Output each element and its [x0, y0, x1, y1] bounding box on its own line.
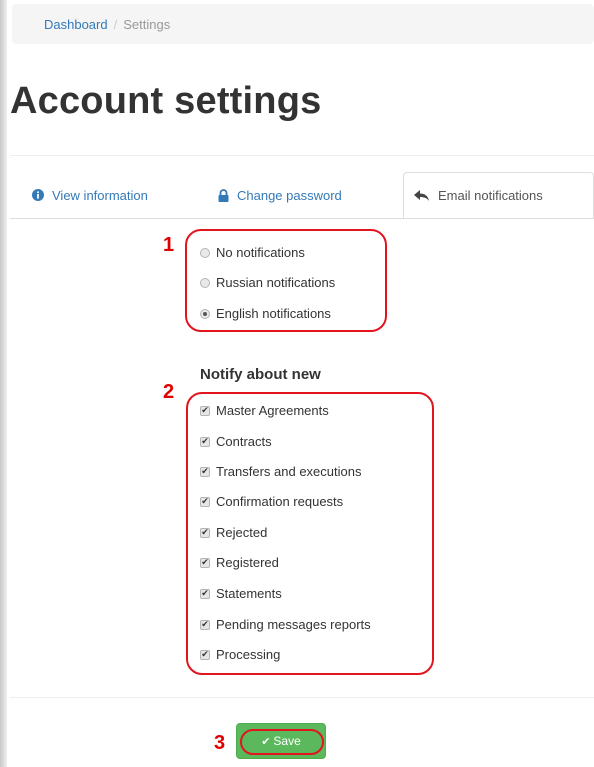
window-left-edge [0, 0, 7, 767]
radio-button[interactable] [200, 277, 210, 288]
radio-button[interactable] [200, 247, 210, 258]
tab-view-information[interactable]: View information [22, 172, 158, 218]
form-divider [10, 697, 594, 698]
tab-email-notifications[interactable]: Email notifications [403, 172, 594, 219]
checkbox-label: Confirmation requests [216, 494, 344, 509]
lock-icon [218, 188, 229, 202]
check-icon[interactable]: ✔ [200, 466, 210, 477]
breadcrumb: Dashboard / Settings [12, 4, 594, 44]
tab-email-notifications-label: Email notifications [438, 188, 543, 203]
check-icon[interactable]: ✔ [200, 527, 210, 538]
checkbox-confirmation-requests[interactable]: ✔ Confirmation requests [200, 494, 343, 509]
title-divider [10, 155, 594, 156]
checkbox-rejected[interactable]: ✔ Rejected [200, 525, 267, 540]
check-icon[interactable]: ✔ [200, 649, 210, 660]
checkbox-label: Transfers and executions [216, 464, 362, 479]
radio-english-notifications[interactable]: English notifications [200, 306, 331, 321]
annotation-marker-2: 2 [163, 381, 175, 403]
tabs-baseline [10, 218, 594, 219]
checkbox-label: Master Agreements [216, 403, 329, 418]
checkbox-label: Rejected [216, 525, 268, 540]
checkbox-label: Registered [216, 555, 279, 570]
radio-label: No notifications [216, 245, 305, 260]
checkbox-label: Pending messages reports [216, 617, 371, 632]
page-frame: Dashboard / Settings Account settings Vi… [0, 0, 594, 767]
radio-label: Russian notifications [216, 275, 336, 290]
breadcrumb-current: Settings [123, 16, 171, 32]
info-circle-icon [32, 189, 44, 201]
annotation-marker-3: 3 [214, 732, 226, 754]
check-icon[interactable]: ✔ [200, 436, 210, 447]
checkbox-registered[interactable]: ✔ Registered [200, 555, 279, 570]
page-title: Account settings [10, 80, 322, 122]
breadcrumb-separator: / [113, 16, 118, 32]
tab-change-password[interactable]: Change password [208, 172, 352, 218]
tab-change-password-label: Change password [237, 187, 342, 203]
check-icon[interactable]: ✔ [200, 588, 210, 599]
checkbox-label: Statements [216, 586, 282, 601]
check-icon[interactable]: ✔ [200, 405, 210, 416]
radio-russian-notifications[interactable]: Russian notifications [200, 275, 335, 290]
tab-view-information-label: View information [52, 187, 148, 203]
checkbox-contracts[interactable]: ✔ Contracts [200, 434, 272, 449]
annotation-marker-1: 1 [163, 234, 175, 256]
notify-heading: Notify about new [200, 366, 321, 383]
checkbox-pending-messages-reports[interactable]: ✔ Pending messages reports [200, 617, 371, 632]
breadcrumb-dashboard-link[interactable]: Dashboard [44, 17, 108, 32]
checkbox-transfers-executions[interactable]: ✔ Transfers and executions [200, 464, 361, 479]
reply-arrow-icon [414, 189, 430, 202]
checkbox-processing[interactable]: ✔ Processing [200, 647, 280, 662]
radio-label: English notifications [216, 306, 331, 321]
check-icon[interactable]: ✔ [200, 496, 210, 507]
checkbox-master-agreements[interactable]: ✔ Master Agreements [200, 403, 329, 418]
checkbox-label: Processing [216, 647, 281, 662]
radio-no-notifications[interactable]: No notifications [200, 245, 305, 260]
annotation-outline-3 [240, 729, 324, 755]
radio-button[interactable] [200, 308, 210, 319]
checkbox-statements[interactable]: ✔ Statements [200, 586, 282, 601]
checkbox-label: Contracts [216, 434, 272, 449]
check-icon[interactable]: ✔ [200, 557, 210, 568]
check-icon[interactable]: ✔ [200, 619, 210, 630]
